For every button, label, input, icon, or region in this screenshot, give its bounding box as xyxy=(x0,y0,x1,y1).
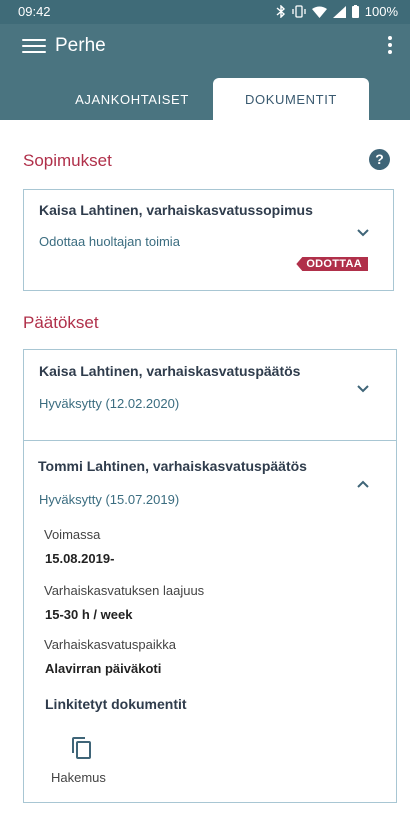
detail-value-voimassa: 15.08.2019- xyxy=(45,551,115,566)
decision-card-kaisa[interactable]: Kaisa Lahtinen, varhaiskasvatuspäätös Hy… xyxy=(23,349,397,441)
linked-documents-heading: Linkitetyt dokumentit xyxy=(45,696,187,712)
status-badge: ODOTTAA xyxy=(296,257,368,271)
decision-card-tommi[interactable]: Tommi Lahtinen, varhaiskasvatuspäätös Hy… xyxy=(23,440,397,803)
tab-ajankohtaiset[interactable]: AJANKOHTAISET xyxy=(58,78,206,120)
contract-title: Kaisa Lahtinen, varhaiskasvatussopimus xyxy=(39,202,313,218)
contract-card[interactable]: Kaisa Lahtinen, varhaiskasvatussopimus O… xyxy=(23,189,394,291)
battery-icon xyxy=(351,5,359,18)
detail-label-voimassa: Voimassa xyxy=(44,527,101,542)
decision-status: Hyväksytty (12.02.2020) xyxy=(39,396,180,411)
detail-value-paikka: Alavirran päiväkoti xyxy=(45,661,162,676)
copy-document-icon[interactable] xyxy=(71,736,93,760)
app-bar: Perhe AJANKOHTAISET DOKUMENTIT xyxy=(0,24,410,120)
more-options-icon[interactable] xyxy=(386,36,394,56)
help-icon[interactable]: ? xyxy=(369,149,390,170)
sopimukset-heading: Sopimukset xyxy=(23,151,112,170)
battery-percentage: 100% xyxy=(364,4,398,19)
status-time: 09:42 xyxy=(18,4,51,19)
contract-status: Odottaa huoltajan toimia xyxy=(39,234,180,249)
page-title: Perhe xyxy=(55,35,106,56)
decision-title: Tommi Lahtinen, varhaiskasvatuspäätös xyxy=(38,458,307,474)
chevron-up-icon[interactable] xyxy=(356,479,370,489)
status-bar: 09:42 100% xyxy=(0,0,410,24)
bluetooth-icon xyxy=(276,5,285,18)
paatokset-heading: Päätökset xyxy=(23,313,99,332)
vibrate-icon xyxy=(292,5,306,18)
detail-label-paikka: Varhaiskasvatuspaikka xyxy=(44,637,176,652)
wifi-icon xyxy=(311,6,327,18)
linked-document-hakemus[interactable]: Hakemus xyxy=(51,770,106,785)
detail-label-laajuus: Varhaiskasvatuksen laajuus xyxy=(44,583,205,598)
decision-title: Kaisa Lahtinen, varhaiskasvatuspäätös xyxy=(39,363,301,379)
menu-icon[interactable] xyxy=(22,39,46,53)
chevron-down-icon[interactable] xyxy=(356,384,370,394)
decision-status: Hyväksytty (15.07.2019) xyxy=(39,492,180,507)
chevron-down-icon[interactable] xyxy=(356,228,370,238)
tab-dokumentit[interactable]: DOKUMENTIT xyxy=(213,78,369,120)
signal-icon xyxy=(332,5,346,18)
detail-value-laajuus: 15-30 h / week xyxy=(45,607,133,622)
